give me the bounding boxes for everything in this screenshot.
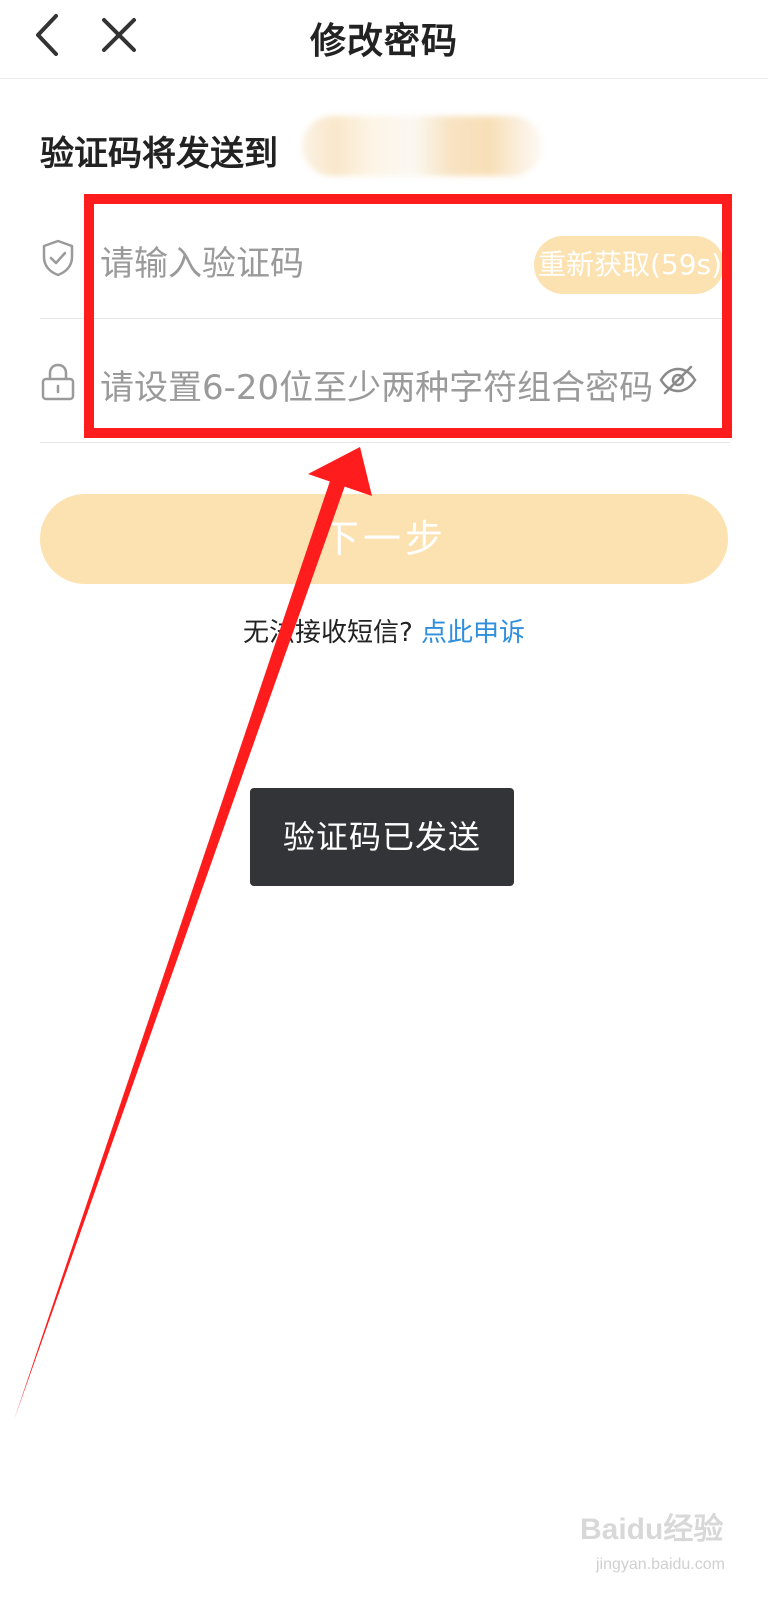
password-input[interactable]: 请设置6-20位至少两种字符组合密码: [100, 360, 656, 409]
help-text: 无法接收短信?: [242, 618, 413, 648]
lock-icon: [40, 362, 76, 402]
toast-message: 验证码已发送: [250, 788, 514, 886]
password-row: 请设置6-20位至少两种字符组合密码: [40, 320, 730, 443]
watermark-logo: Baidu经验: [580, 1513, 724, 1546]
watermark-url: jingyan.baidu.com: [596, 1556, 725, 1573]
baidu-watermark: Baidu经验 jingyan.baidu.com: [580, 1504, 750, 1594]
help-line: 无法接收短信? 点此申诉: [0, 612, 768, 649]
masked-phone-number: [302, 116, 542, 176]
verification-code-row: 请输入验证码 重新获取(59s): [40, 196, 730, 319]
top-navbar: 修改密码: [0, 0, 768, 79]
change-password-screen: 修改密码 验证码将发送到 请输入验证码 重新获取(59s) 请设置6-20位至少…: [0, 0, 768, 1600]
resend-code-button[interactable]: 重新获取(59s): [534, 236, 724, 294]
page-title: 修改密码: [309, 21, 458, 62]
eye-off-icon[interactable]: [658, 360, 698, 400]
verification-code-input[interactable]: 请输入验证码: [100, 236, 500, 285]
sent-to-label: 验证码将发送到: [40, 134, 278, 174]
next-button[interactable]: 下一步: [40, 494, 728, 584]
appeal-link[interactable]: 点此申诉: [421, 618, 525, 648]
shield-check-icon: [40, 238, 76, 278]
